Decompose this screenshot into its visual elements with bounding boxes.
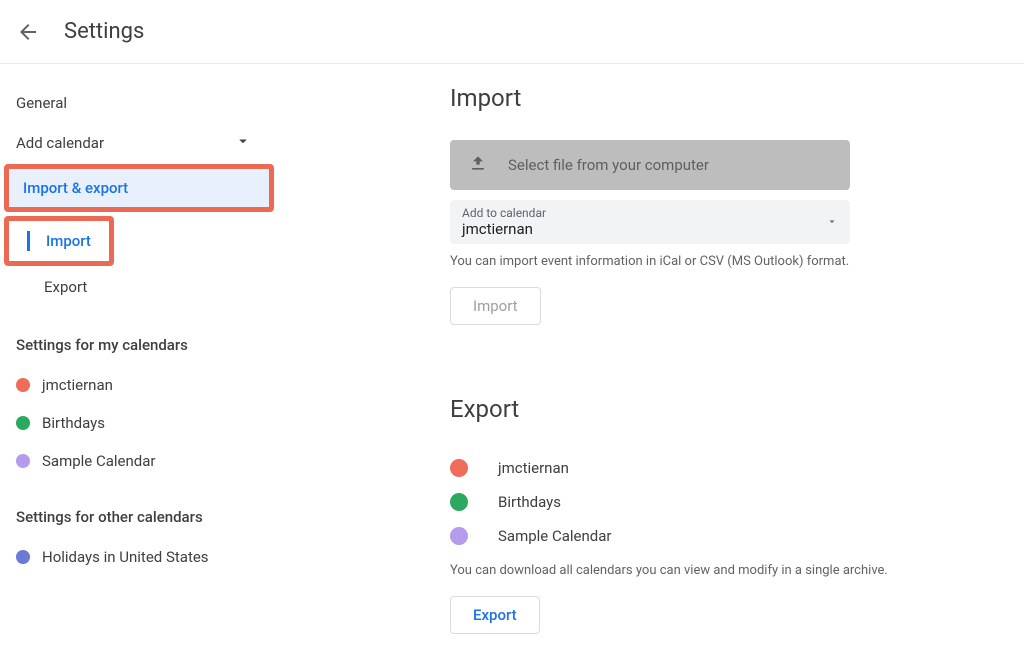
- content: Import Select file from your computer Ad…: [270, 84, 1024, 634]
- dropdown-label: Add to calendar: [462, 206, 838, 220]
- sidebar-calendar-jmctiernan[interactable]: jmctiernan: [14, 366, 270, 404]
- select-file-label: Select file from your computer: [508, 156, 709, 174]
- color-dot: [16, 550, 30, 564]
- annotation-highlight-import-export: Import & export: [4, 164, 274, 212]
- sidebar-calendar-holidays-us[interactable]: Holidays in United States: [14, 538, 270, 576]
- select-file-button[interactable]: Select file from your computer: [450, 140, 850, 190]
- sidebar-section-my-calendars: Settings for my calendars: [14, 308, 270, 366]
- header: Settings: [0, 0, 1024, 64]
- sidebar-item-label: Add calendar: [16, 134, 104, 152]
- sidebar-item-add-calendar[interactable]: Add calendar: [14, 122, 270, 164]
- sidebar-item-label: General: [16, 94, 67, 112]
- import-helper-text: You can import event information in iCal…: [450, 254, 984, 269]
- main-layout: General Add calendar Import & export Imp…: [0, 64, 1024, 634]
- calendar-label: Holidays in United States: [42, 548, 209, 566]
- color-dot: [450, 459, 468, 477]
- sidebar-section-other-calendars: Settings for other calendars: [14, 480, 270, 538]
- sidebar-calendar-sample[interactable]: Sample Calendar: [14, 442, 270, 480]
- active-indicator: [27, 231, 30, 251]
- calendar-label: Birthdays: [42, 414, 105, 432]
- dropdown-value: jmctiernan: [462, 220, 838, 238]
- dropdown-caret-icon: [826, 213, 838, 232]
- export-button[interactable]: Export: [450, 596, 540, 634]
- sidebar-item-label: Import & export: [23, 179, 128, 197]
- export-calendar-row: jmctiernan: [450, 451, 984, 485]
- sidebar-subitem-export[interactable]: Export: [14, 266, 270, 308]
- calendar-label: jmctiernan: [498, 459, 569, 477]
- import-button[interactable]: Import: [450, 287, 541, 325]
- color-dot: [450, 493, 468, 511]
- export-section-title: Export: [450, 395, 984, 423]
- import-section-title: Import: [450, 84, 984, 112]
- color-dot: [450, 527, 468, 545]
- chevron-down-icon: [234, 132, 252, 154]
- color-dot: [16, 378, 30, 392]
- calendar-label: jmctiernan: [42, 376, 113, 394]
- sidebar-item-general[interactable]: General: [14, 84, 270, 122]
- sidebar: General Add calendar Import & export Imp…: [0, 84, 270, 634]
- export-calendar-row: Sample Calendar: [450, 519, 984, 553]
- sidebar-item-import-export[interactable]: Import & export: [9, 169, 269, 207]
- color-dot: [16, 454, 30, 468]
- export-calendar-list: jmctiernan Birthdays Sample Calendar: [450, 451, 984, 553]
- calendar-label: Birthdays: [498, 493, 561, 511]
- annotation-highlight-import: Import: [4, 216, 114, 266]
- back-arrow-icon[interactable]: [16, 20, 40, 44]
- add-to-calendar-dropdown[interactable]: Add to calendar jmctiernan: [450, 200, 850, 244]
- sidebar-subitem-import[interactable]: Import: [46, 232, 91, 250]
- calendar-label: Sample Calendar: [498, 527, 611, 545]
- export-calendar-row: Birthdays: [450, 485, 984, 519]
- sidebar-calendar-birthdays[interactable]: Birthdays: [14, 404, 270, 442]
- export-helper-text: You can download all calendars you can v…: [450, 563, 984, 578]
- calendar-label: Sample Calendar: [42, 452, 155, 470]
- upload-icon: [468, 153, 488, 177]
- color-dot: [16, 416, 30, 430]
- page-title: Settings: [64, 19, 144, 44]
